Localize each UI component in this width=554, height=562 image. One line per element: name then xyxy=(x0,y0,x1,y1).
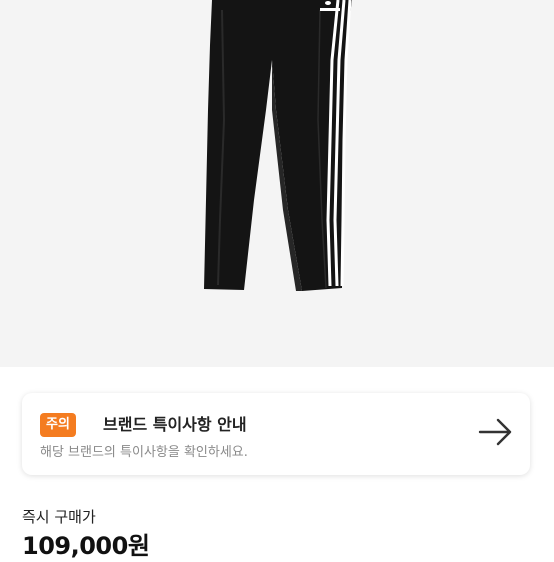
product-image-area[interactable] xyxy=(0,0,554,367)
black-track-pants-image xyxy=(204,0,352,291)
notice-subtitle: 해당 브랜드의 특이사항을 확인하세요. xyxy=(40,445,248,460)
section-gap xyxy=(0,367,554,377)
price-value: 109,000원 xyxy=(22,532,150,560)
notice-badge: 주의 xyxy=(40,413,76,437)
notice-title: 브랜드 특이사항 안내 xyxy=(103,415,247,434)
price-label: 즉시 구매가 xyxy=(22,508,96,526)
arrow-right-icon[interactable] xyxy=(476,417,516,447)
brand-notice-card[interactable]: 주의 브랜드 특이사항 안내 해당 브랜드의 특이사항을 확인하세요. xyxy=(22,393,530,475)
